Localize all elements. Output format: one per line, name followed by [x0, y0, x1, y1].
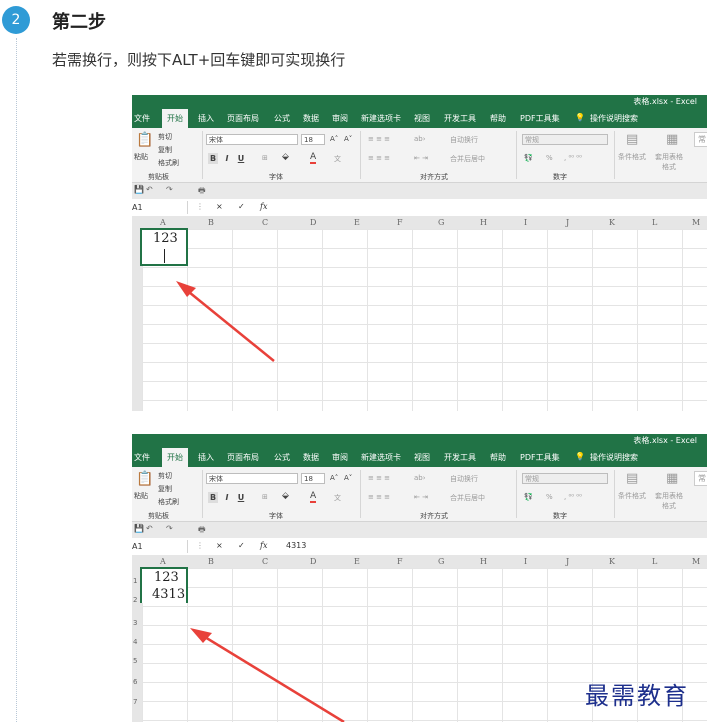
red-arrow: [176, 281, 275, 362]
excel-screenshot-1: 表格.xlsx - Excel 文件 开始 插入 页面布局 公式 数据 审阅 新…: [132, 95, 707, 411]
step-title: 第二步: [52, 12, 106, 33]
watermark-logo-text: 最需教育: [585, 682, 689, 710]
step-instruction: 若需换行，则按下ALT+回车键即可实现换行: [52, 51, 346, 69]
step-number-badge: 2: [2, 6, 30, 34]
step-timeline-line: [16, 38, 17, 722]
